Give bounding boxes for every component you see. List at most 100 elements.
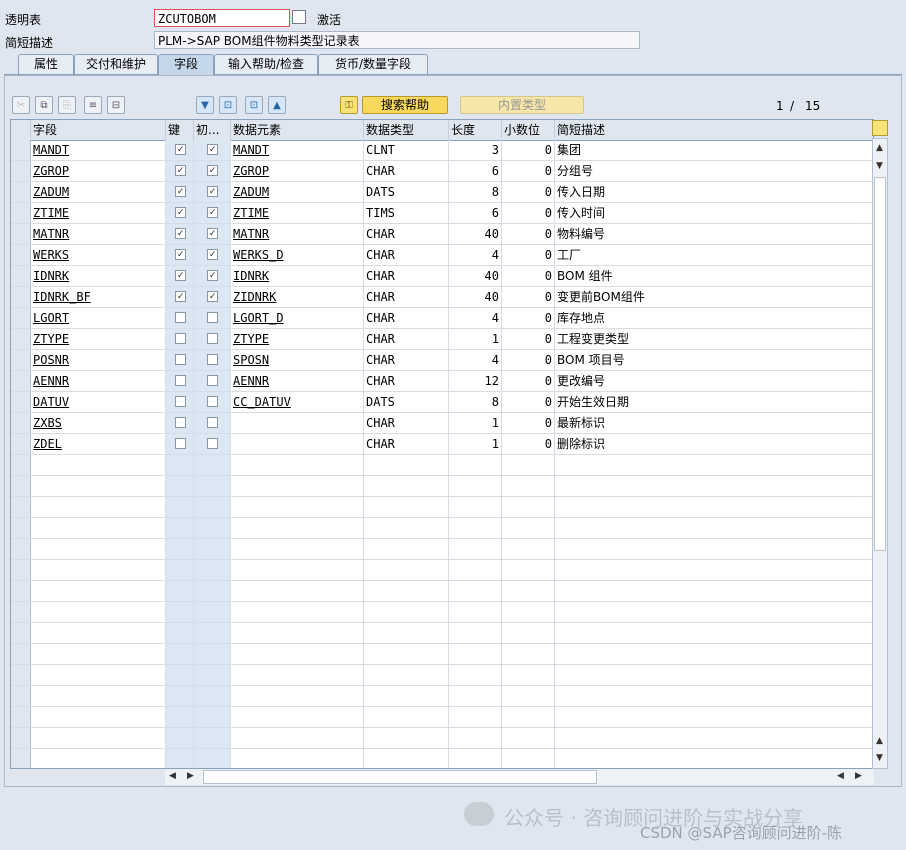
row-selector[interactable] [11,413,31,433]
cell-field[interactable] [31,623,166,643]
cell-decimals[interactable]: 0 [502,224,555,244]
cell-key[interactable] [166,476,194,496]
cell-decimals[interactable]: 0 [502,287,555,307]
cell-data-type[interactable] [364,749,449,768]
cell-decimals[interactable]: 0 [502,161,555,181]
scroll-down-icon-2[interactable]: ▲ [876,736,883,746]
cell-length[interactable]: 40 [449,224,502,244]
cell-length[interactable] [449,749,502,768]
cell-data-type[interactable] [364,623,449,643]
cell-short-desc[interactable] [555,539,873,559]
tab-attributes[interactable]: 属性 [18,54,74,74]
cell-data-type[interactable]: TIMS [364,203,449,223]
cell-length[interactable]: 6 [449,203,502,223]
cell-key[interactable] [166,707,194,727]
cell-short-desc[interactable]: 变更前BOM组件 [555,287,873,307]
row-selector[interactable] [11,266,31,286]
cell-decimals[interactable] [502,665,555,685]
cell-field[interactable] [31,728,166,748]
cell-short-desc[interactable] [555,728,873,748]
cell-data-type[interactable] [364,476,449,496]
sort-down-icon[interactable]: ▼ [196,96,214,114]
cell-short-desc[interactable]: 最新标识 [555,413,873,433]
cell-length[interactable]: 3 [449,140,502,160]
col-data-element[interactable]: 数据元素 [231,120,364,140]
cell-key[interactable] [166,602,194,622]
cell-init[interactable] [194,371,231,391]
empty-table-row[interactable] [11,749,873,768]
key-checkbox[interactable]: ✓ [175,144,186,155]
init-checkbox[interactable]: ✓ [207,291,218,302]
row-selector[interactable] [11,245,31,265]
scroll-right-icon-2[interactable]: ▶ [187,771,194,781]
cell-short-desc[interactable]: 库存地点 [555,308,873,328]
row-selector[interactable] [11,623,31,643]
scroll-left-icon-2[interactable]: ◀ [837,771,844,781]
cell-short-desc[interactable] [555,560,873,580]
cell-data-type[interactable] [364,644,449,664]
cell-decimals[interactable] [502,539,555,559]
cell-init[interactable] [194,539,231,559]
row-selector[interactable] [11,644,31,664]
cell-key[interactable] [166,623,194,643]
cell-decimals[interactable]: 0 [502,350,555,370]
cell-data-element[interactable] [231,686,364,706]
cell-field[interactable]: ZXBS [31,413,166,433]
empty-table-row[interactable] [11,707,873,728]
cell-field[interactable] [31,476,166,496]
cell-data-element[interactable]: IDNRK [231,266,364,286]
cut-icon[interactable]: ✂ [12,96,30,114]
key-checkbox[interactable]: ✓ [175,207,186,218]
cell-short-desc[interactable]: 删除标识 [555,434,873,454]
cell-init[interactable] [194,728,231,748]
cell-init[interactable]: ✓ [194,161,231,181]
table-row[interactable]: AENNR AENNR CHAR 12 0 更改编号 [11,371,873,392]
cell-decimals[interactable] [502,623,555,643]
cell-decimals[interactable]: 0 [502,392,555,412]
cell-decimals[interactable]: 0 [502,266,555,286]
table-row[interactable]: IDNRK_BF ✓ ✓ ZIDNRK CHAR 40 0 变更前BOM组件 [11,287,873,308]
cell-length[interactable]: 1 [449,413,502,433]
cell-key[interactable] [166,371,194,391]
cell-data-type[interactable]: CHAR [364,413,449,433]
cell-length[interactable] [449,560,502,580]
cell-decimals[interactable]: 0 [502,203,555,223]
cell-key[interactable]: ✓ [166,161,194,181]
row-selector[interactable] [11,371,31,391]
short-desc-field[interactable]: PLM->SAP BOM组件物料类型记录表 [154,31,640,49]
cell-key[interactable] [166,560,194,580]
cell-decimals[interactable] [502,560,555,580]
cell-data-type[interactable]: CLNT [364,140,449,160]
find-icon[interactable]: ⊡ [219,96,237,114]
cell-short-desc[interactable] [555,644,873,664]
cell-length[interactable] [449,686,502,706]
search-help-button[interactable]: 搜索帮助 [362,96,448,114]
cell-init[interactable]: ✓ [194,266,231,286]
cell-short-desc[interactable] [555,686,873,706]
init-checkbox[interactable]: ✓ [207,144,218,155]
row-selector[interactable] [11,329,31,349]
row-selector[interactable] [11,560,31,580]
table-row[interactable]: WERKS ✓ ✓ WERKS_D CHAR 4 0 工厂 [11,245,873,266]
horizontal-scroll-thumb[interactable] [203,770,597,784]
cell-data-element[interactable]: WERKS_D [231,245,364,265]
cell-decimals[interactable]: 0 [502,182,555,202]
cell-length[interactable]: 8 [449,182,502,202]
row-selector[interactable] [11,182,31,202]
cell-decimals[interactable] [502,602,555,622]
cell-field[interactable]: IDNRK [31,266,166,286]
cell-short-desc[interactable] [555,476,873,496]
cell-decimals[interactable]: 0 [502,434,555,454]
cell-short-desc[interactable] [555,497,873,517]
cell-data-element[interactable]: ZADUM [231,182,364,202]
cell-length[interactable] [449,518,502,538]
cell-data-type[interactable] [364,560,449,580]
cell-key[interactable] [166,539,194,559]
cell-key[interactable]: ✓ [166,224,194,244]
row-selector[interactable] [11,224,31,244]
col-decimals[interactable]: 小数位 [502,120,555,140]
cell-key[interactable]: ✓ [166,182,194,202]
horizontal-scrollbar[interactable]: ◀ ▶ ◀ ▶ [165,769,874,785]
cell-short-desc[interactable]: 工程变更类型 [555,329,873,349]
cell-decimals[interactable] [502,518,555,538]
